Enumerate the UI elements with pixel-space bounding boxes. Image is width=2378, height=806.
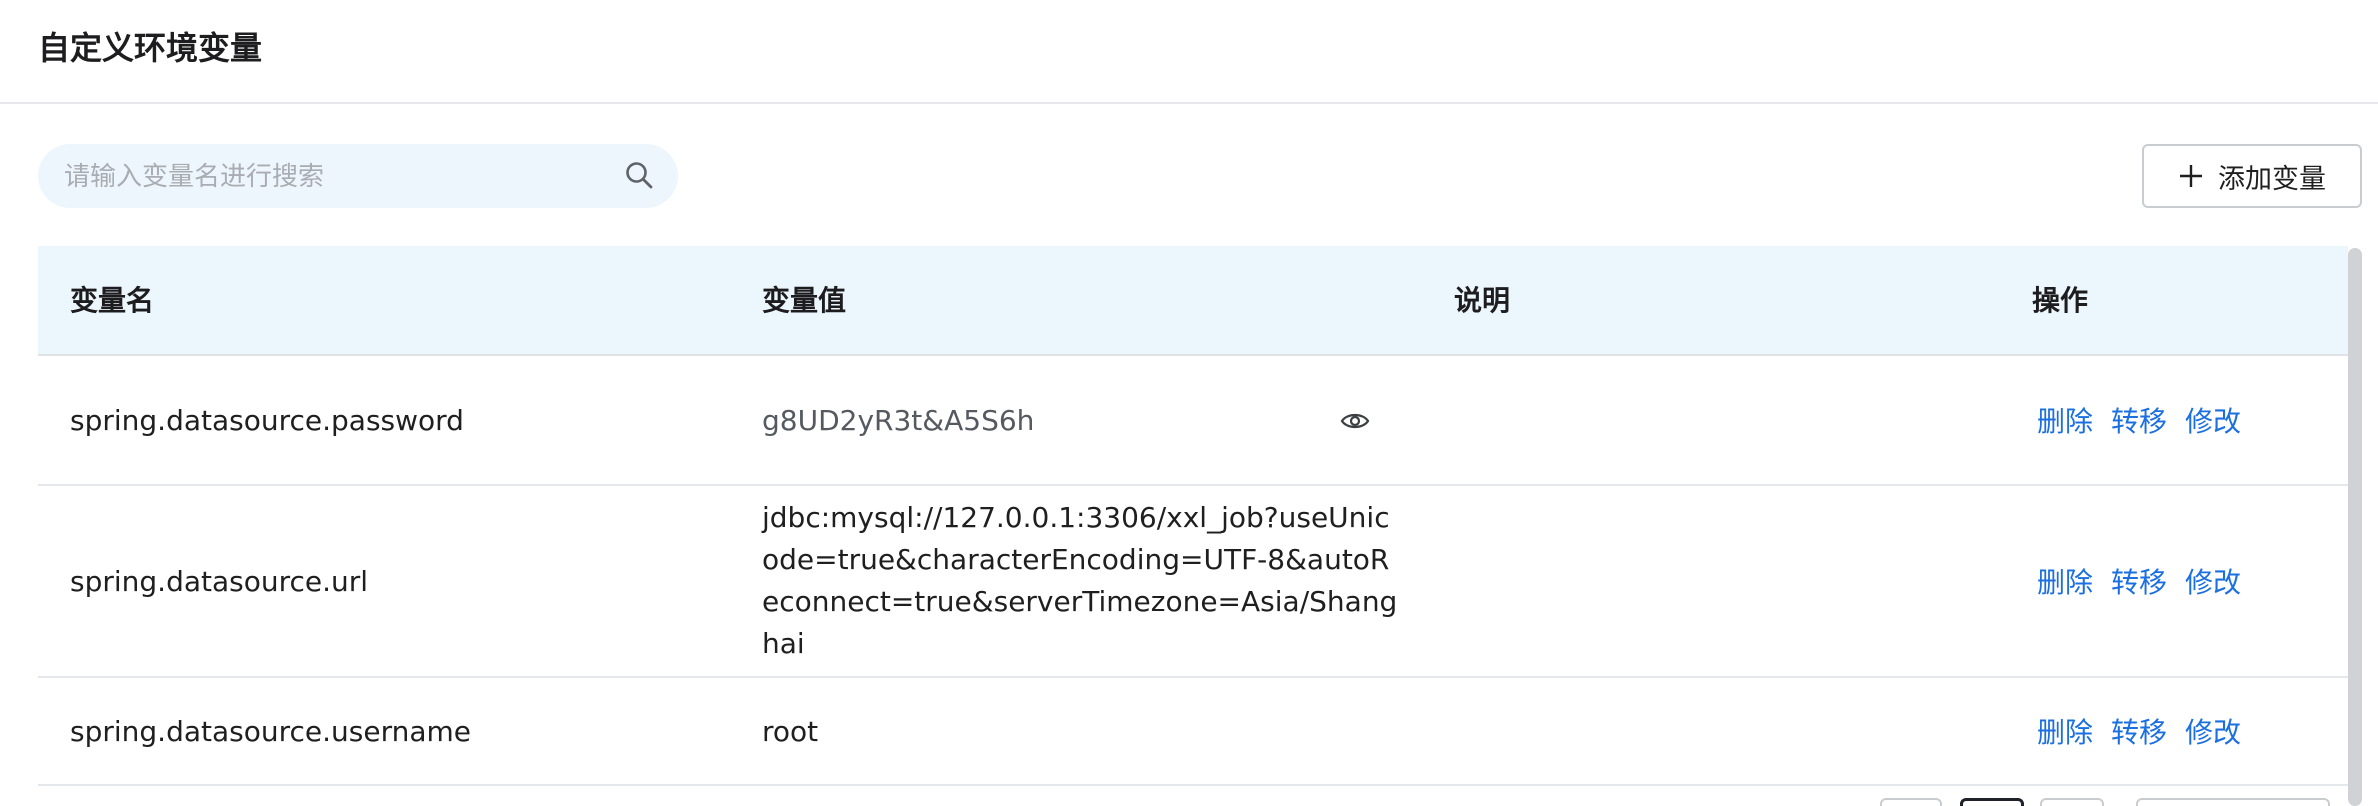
page-header: 自定义环境变量 [0,0,2378,104]
table-row: spring.datasource.password g8UD2yR3t&A5S… [38,356,2348,486]
column-header-value: 变量值 [762,284,847,317]
variable-name: spring.datasource.password [70,403,464,437]
transfer-button[interactable]: 转移 [2111,711,2167,751]
pagination-prev-button[interactable] [1880,798,1942,806]
search-box[interactable] [38,144,678,210]
edit-button[interactable]: 修改 [2185,711,2241,751]
column-header-name: 变量名 [70,284,155,317]
table-scrollbar[interactable] [2348,248,2362,806]
column-header-actions: 操作 [2032,284,2089,317]
edit-button[interactable]: 修改 [2185,400,2241,440]
transfer-button[interactable]: 转移 [2111,561,2167,601]
delete-button[interactable]: 删除 [2037,711,2093,751]
variables-table: 变量名 变量值 说明 操作 spring.datasource.password… [38,246,2348,806]
column-header-description: 说明 [1454,284,1511,317]
variable-name: spring.datasource.url [70,564,369,598]
transfer-button[interactable]: 转移 [2111,400,2167,440]
table-row: spring.datasource.username root 删除 转移 修改 [38,678,2348,786]
env-variables-page: 自定义环境变量 添加变量 变量名 变量值 说明 操作 spring.dataso… [0,0,2378,806]
delete-button[interactable]: 删除 [2037,561,2093,601]
row-actions: 删除 转移 修改 [2037,356,2241,484]
table-row: spring.datasource.url jdbc:mysql://127.0… [38,486,2348,678]
table-header: 变量名 变量值 说明 操作 [38,246,2348,356]
variable-value: jdbc:mysql://127.0.0.1:3306/xxl_job?useU… [762,501,1398,660]
row-actions: 删除 转移 修改 [2037,678,2241,784]
plus-icon [2180,165,2202,187]
edit-button[interactable]: 修改 [2185,561,2241,601]
variable-name: spring.datasource.username [70,714,472,748]
pagination-next-button[interactable] [2040,798,2104,806]
page-size-select[interactable] [2136,798,2330,806]
add-variable-button[interactable]: 添加变量 [2142,144,2362,208]
variable-value: g8UD2yR3t&A5S6h [762,403,1035,437]
variable-value-cell: jdbc:mysql://127.0.0.1:3306/xxl_job?useU… [762,486,1402,676]
page-title: 自定义环境变量 [38,29,263,67]
eye-icon[interactable] [1340,410,1370,432]
search-icon[interactable] [624,160,654,190]
delete-button[interactable]: 删除 [2037,400,2093,440]
add-variable-label: 添加变量 [2218,163,2326,195]
pagination-current-page[interactable] [1960,798,2024,806]
variable-value: root [762,714,819,748]
search-input[interactable] [62,144,626,210]
row-actions: 删除 转移 修改 [2037,486,2241,676]
